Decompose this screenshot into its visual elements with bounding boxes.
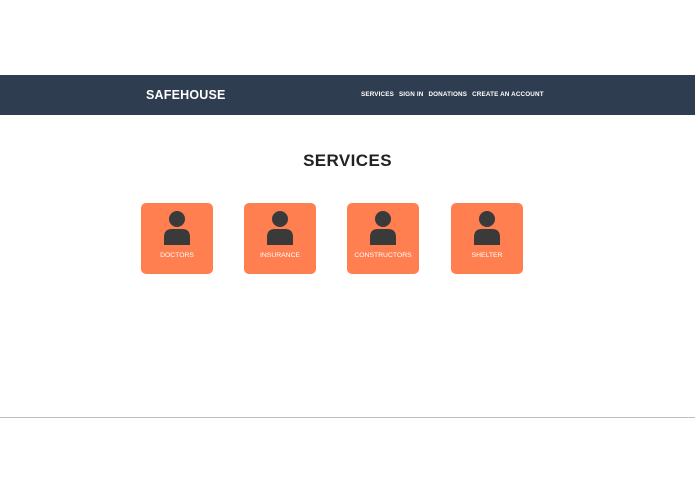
- service-card-label: SHELTER: [471, 252, 503, 259]
- person-icon: [164, 211, 190, 245]
- page: SAFEHOUSE SERVICES SIGN IN DONATIONS CRE…: [0, 0, 695, 494]
- page-title: SERVICES: [303, 151, 392, 170]
- footer-divider: [0, 417, 695, 418]
- person-icon: [370, 211, 396, 245]
- nav-link-donations[interactable]: DONATIONS: [428, 89, 467, 101]
- nav-link-sign-in[interactable]: SIGN IN: [399, 89, 424, 101]
- nav-menu: SERVICES SIGN IN DONATIONS CREATE AN ACC…: [361, 89, 544, 101]
- nav-link-services[interactable]: SERVICES: [361, 89, 394, 101]
- service-card-doctors[interactable]: DOCTORS: [141, 203, 213, 274]
- person-icon: [474, 211, 500, 245]
- service-card-label: CONSTRUCTORS: [354, 252, 412, 259]
- service-card-shelter[interactable]: SHELTER: [451, 203, 523, 274]
- top-navbar: SAFEHOUSE SERVICES SIGN IN DONATIONS CRE…: [0, 75, 695, 115]
- service-card-insurance[interactable]: INSURANCE: [244, 203, 316, 274]
- service-card-label: DOCTORS: [160, 252, 194, 259]
- service-card-constructors[interactable]: CONSTRUCTORS: [347, 203, 419, 274]
- person-icon: [267, 211, 293, 245]
- brand-logo[interactable]: SAFEHOUSE: [146, 87, 226, 103]
- nav-link-create-account[interactable]: CREATE AN ACCOUNT: [472, 89, 544, 101]
- service-card-label: INSURANCE: [259, 252, 301, 259]
